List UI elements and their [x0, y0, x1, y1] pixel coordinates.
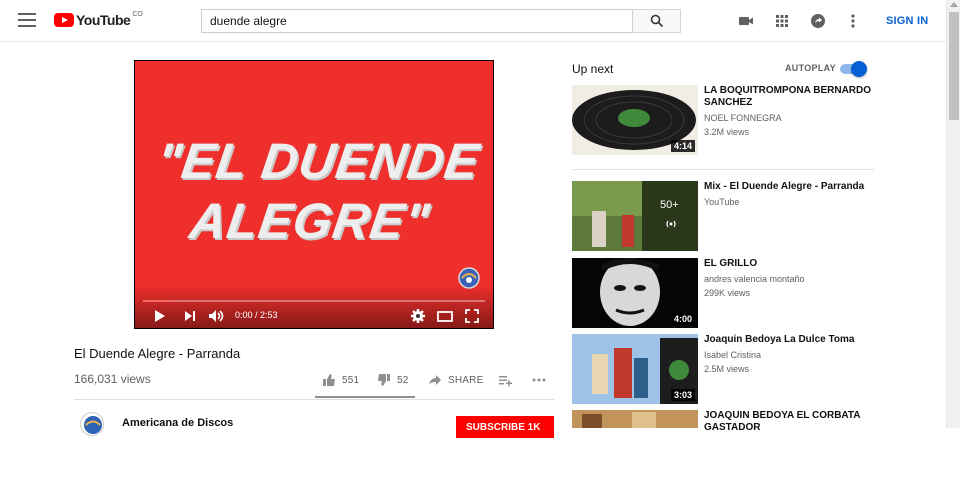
related-video[interactable]: 3:03 Joaquin Bedoya La Dulce Toma Isabel… — [572, 334, 874, 406]
subscribe-button[interactable]: SUBSCRIBE 1K — [456, 416, 554, 438]
related-video[interactable]: JOAQUIN BEDOYA EL CORBATA GASTADOR — [572, 410, 874, 482]
scroll-up-arrow-icon[interactable] — [950, 2, 958, 7]
search-icon — [650, 14, 664, 28]
info-divider — [74, 399, 554, 400]
settings-gear-icon[interactable] — [410, 308, 426, 324]
time-display: 0:00 / 2:53 — [235, 310, 278, 320]
like-count: 551 — [342, 374, 360, 386]
progress-loaded — [143, 300, 174, 302]
search-button[interactable] — [632, 9, 681, 33]
related-mix[interactable]: 50+ Mix - El Duende Alegre - Parranda Yo… — [572, 181, 874, 253]
related-video-views: 2.5M views — [704, 364, 750, 374]
related-video-channel: Isabel Cristina — [704, 350, 762, 360]
related-video-channel: andres valencia montaño — [704, 274, 805, 284]
theater-mode-icon[interactable] — [436, 308, 454, 324]
related-video-title[interactable]: Joaquin Bedoya La Dulce Toma — [704, 334, 874, 346]
sidebar-divider — [572, 169, 874, 170]
mix-thumbnail-image — [572, 181, 698, 251]
related-video-channel: YouTube — [704, 197, 740, 207]
video-duration: 4:14 — [670, 140, 695, 152]
apps-icon[interactable] — [774, 13, 790, 29]
sign-in-button[interactable]: SIGN IN — [886, 15, 928, 27]
mix-broadcast-icon — [666, 220, 676, 228]
sentiment-bar-likes — [315, 396, 406, 398]
next-icon[interactable] — [183, 308, 197, 324]
related-video-views: 3.2M views — [704, 127, 750, 137]
video-frame-text-line1: "EL DUENDE — [153, 133, 484, 189]
video-thumbnail[interactable] — [572, 410, 698, 428]
up-next-heading: Up next — [572, 62, 614, 76]
view-count: 166,031 views — [74, 372, 151, 386]
country-code: CO — [132, 10, 143, 18]
video-player[interactable]: "EL DUENDE ALEGRE" 0:00 / 2:53 — [134, 60, 494, 329]
add-to-playlist-icon — [499, 376, 512, 387]
related-video-title[interactable]: LA BOQUITROMPONA BERNARDO SANCHEZ — [704, 85, 874, 109]
share-icon[interactable] — [810, 13, 826, 29]
progress-bar[interactable] — [143, 300, 485, 302]
video-frame-text-line2: ALEGRE" — [186, 193, 434, 249]
fullscreen-icon[interactable] — [464, 308, 480, 324]
autoplay-toggle-knob[interactable] — [851, 61, 867, 77]
logo-text: YouTube — [76, 12, 131, 28]
mix-count: 50+ — [660, 199, 679, 211]
related-video-views: 299K views — [704, 288, 751, 298]
scroll-thumb[interactable] — [949, 12, 959, 120]
more-horizontal-icon — [532, 378, 546, 382]
youtube-play-icon — [54, 13, 74, 27]
thumbs-down-icon — [378, 374, 390, 386]
sentiment-bar — [315, 396, 415, 398]
page-scrollbar[interactable] — [946, 0, 960, 428]
video-thumbnail[interactable]: 4:14 — [572, 85, 698, 155]
more-actions-button[interactable] — [531, 371, 547, 389]
related-video-title[interactable]: JOAQUIN BEDOYA EL CORBATA GASTADOR — [704, 410, 874, 434]
related-video[interactable]: 4:14 LA BOQUITROMPONA BERNARDO SANCHEZ N… — [572, 85, 874, 157]
masthead: YouTube CO SIGN IN — [0, 0, 946, 42]
video-thumbnail[interactable]: 3:03 — [572, 334, 698, 404]
search-input[interactable] — [201, 9, 633, 33]
youtube-logo[interactable]: YouTube CO — [54, 10, 143, 28]
related-video-channel: NOEL FONNEGRA — [704, 113, 782, 123]
dislike-button[interactable]: 52 — [377, 371, 409, 389]
related-video[interactable]: 4:00 EL GRILLO andres valencia montaño 2… — [572, 258, 874, 330]
dislike-count: 52 — [397, 374, 409, 386]
play-icon[interactable] — [153, 308, 167, 324]
video-thumbnail-image — [572, 410, 698, 428]
channel-avatar[interactable] — [80, 412, 104, 436]
video-duration: 3:03 — [670, 389, 695, 401]
video-duration: 4:00 — [670, 313, 695, 325]
related-video-title[interactable]: Mix - El Duende Alegre - Parranda — [704, 181, 874, 193]
menu-icon[interactable] — [18, 13, 36, 27]
share-arrow-icon — [429, 375, 441, 385]
share-button[interactable]: SHARE — [428, 371, 483, 389]
video-frame-text: "EL DUENDE ALEGRE" — [134, 131, 494, 251]
video-thumbnail[interactable]: 4:00 — [572, 258, 698, 328]
share-label: SHARE — [448, 374, 484, 386]
video-title: El Duende Alegre - Parranda — [74, 346, 241, 361]
thumbs-up-icon — [323, 374, 335, 386]
like-button[interactable]: 551 — [322, 371, 359, 389]
channel-logo-icon — [84, 416, 102, 434]
related-video-title[interactable]: EL GRILLO — [704, 258, 874, 270]
mix-thumbnail[interactable]: 50+ — [572, 181, 698, 251]
volume-icon[interactable] — [208, 308, 226, 324]
video-camera-icon[interactable] — [738, 13, 754, 29]
autoplay-label: AUTOPLAY — [785, 63, 836, 73]
channel-name[interactable]: Americana de Discos — [122, 417, 233, 429]
more-vertical-icon[interactable] — [845, 13, 861, 29]
save-to-playlist-button[interactable] — [498, 371, 512, 389]
